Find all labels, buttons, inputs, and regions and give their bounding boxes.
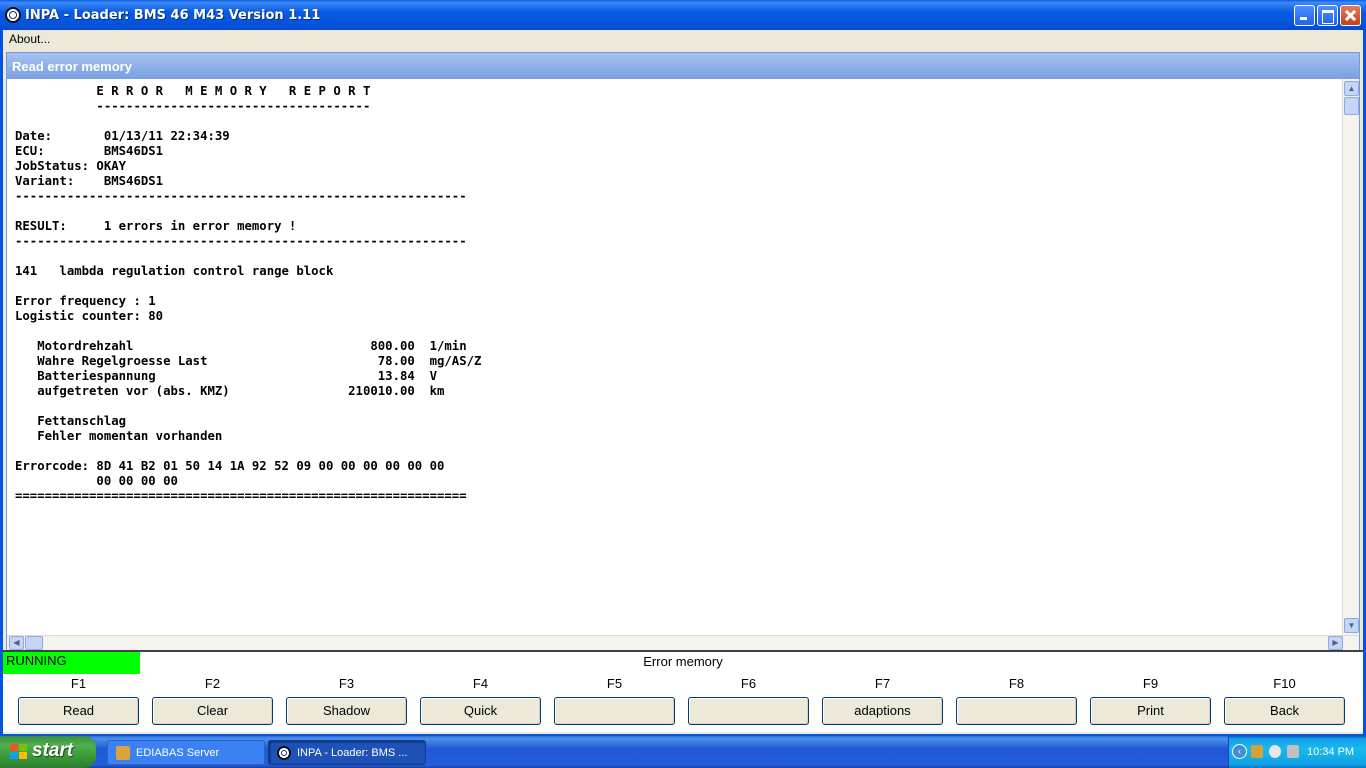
client-area: Read error memory E R R O R M E M O R Y … [3, 48, 1363, 734]
horizontal-scrollbar[interactable]: ◀ ▶ [7, 635, 1359, 650]
function-key-label: F8 [1008, 676, 1025, 691]
menu-bar: About... [3, 30, 1363, 48]
maximize-icon [1318, 6, 1337, 25]
start-button[interactable]: start [0, 736, 96, 768]
scroll-up-icon[interactable]: ▲ [1344, 81, 1359, 96]
empty-button[interactable] [688, 697, 809, 725]
function-key-label: F6 [740, 676, 757, 691]
adaptions-button[interactable]: adaptions [822, 697, 943, 725]
child-window: Read error memory E R R O R M E M O R Y … [6, 52, 1360, 650]
taskbar: start EDIABAS Server INPA - Loader: BMS … [0, 736, 1366, 768]
clock[interactable]: 10:34 PM [1307, 746, 1354, 758]
function-key-label: F9 [1142, 676, 1159, 691]
vertical-scroll-thumb[interactable] [1344, 97, 1359, 115]
windows-logo-icon [10, 744, 28, 760]
network-icon[interactable] [1269, 745, 1281, 758]
read-button[interactable]: Read [18, 697, 139, 725]
quick-button[interactable]: Quick [420, 697, 541, 725]
report-text: E R R O R M E M O R Y R E P O R T ------… [15, 84, 482, 503]
app-window: INPA - Loader: BMS 46 M43 Version 1.11 A… [0, 0, 1366, 736]
function-key-label: F4 [472, 676, 489, 691]
volume-icon[interactable] [1287, 745, 1299, 758]
child-title: Read error memory [12, 59, 132, 74]
taskbar-item-ediabas[interactable]: EDIABAS Server [107, 740, 265, 765]
function-key-label: F3 [338, 676, 355, 691]
shadow-button[interactable]: Shadow [286, 697, 407, 725]
taskbar-item-inpa[interactable]: INPA - Loader: BMS ... [268, 740, 426, 765]
bmw-logo-icon [5, 7, 21, 23]
print-button[interactable]: Print [1090, 697, 1211, 725]
horizontal-scroll-thumb[interactable] [25, 636, 43, 650]
title-bar[interactable]: INPA - Loader: BMS 46 M43 Version 1.11 [0, 0, 1366, 30]
function-key-label: F10 [1273, 676, 1296, 691]
maximize-button[interactable] [1317, 5, 1338, 26]
taskbar-item-label: EDIABAS Server [136, 747, 220, 759]
system-tray: ‹ 10:34 PM [1228, 736, 1366, 768]
scroll-left-icon[interactable]: ◀ [9, 636, 24, 650]
ediabas-icon[interactable] [1251, 745, 1263, 758]
menu-about[interactable]: About... [9, 32, 50, 46]
empty-button[interactable] [956, 697, 1077, 725]
status-row: RUNNING Error memory [3, 650, 1363, 676]
report-area[interactable]: E R R O R M E M O R Y R E P O R T ------… [7, 79, 1343, 635]
function-key-label: F5 [606, 676, 623, 691]
function-key-label: F2 [204, 676, 221, 691]
bmw-logo-icon [277, 746, 291, 760]
clear-button[interactable]: Clear [152, 697, 273, 725]
function-key-bar: F1 Read F2 Clear F3 Shadow F4 Quick F5 F6 F7 adapti… [3, 674, 1363, 732]
close-button[interactable] [1340, 5, 1361, 26]
vertical-scrollbar[interactable]: ▲ ▼ [1342, 79, 1359, 635]
empty-button[interactable] [554, 697, 675, 725]
scroll-right-icon[interactable]: ▶ [1328, 636, 1343, 650]
start-label: start [32, 740, 74, 761]
status-text: Error memory [643, 654, 723, 669]
window-title: INPA - Loader: BMS 46 M43 Version 1.11 [25, 8, 321, 23]
close-icon [1341, 6, 1360, 25]
chevron-left-icon[interactable]: ‹ [1232, 744, 1247, 759]
taskbar-item-label: INPA - Loader: BMS ... [297, 747, 408, 759]
scroll-down-icon[interactable]: ▼ [1344, 618, 1359, 633]
minimize-button[interactable] [1294, 5, 1315, 26]
minimize-icon [1295, 6, 1314, 25]
function-key-label: F1 [70, 676, 87, 691]
ediabas-icon [116, 746, 130, 760]
child-title-bar[interactable]: Read error memory [7, 53, 1359, 79]
function-key-label: F7 [874, 676, 891, 691]
back-button[interactable]: Back [1224, 697, 1345, 725]
